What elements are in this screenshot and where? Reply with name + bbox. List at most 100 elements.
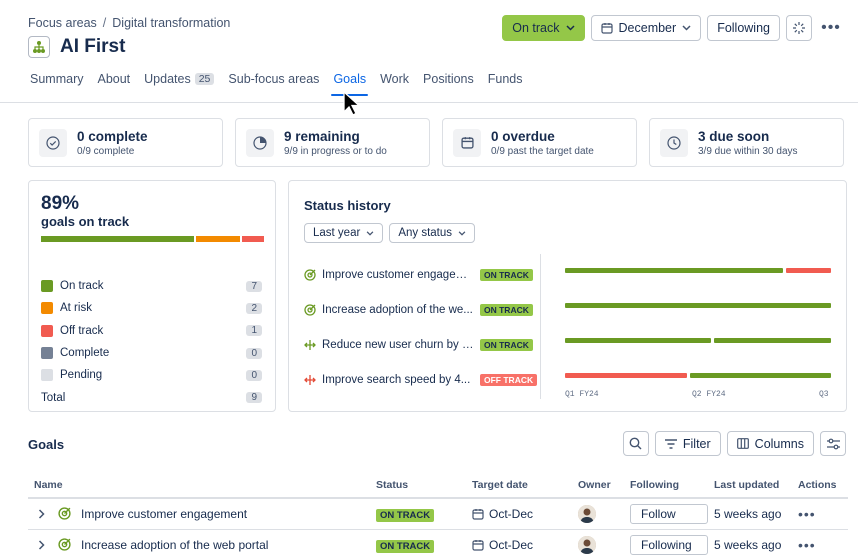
status-badge: ON TRACK bbox=[376, 508, 435, 522]
tab-positions[interactable]: Positions bbox=[423, 72, 474, 96]
history-goal-row[interactable]: Improve search speed by 4... OFF TRACK bbox=[304, 362, 540, 397]
tab-summary[interactable]: Summary bbox=[30, 72, 83, 96]
stat-title: 0 complete bbox=[77, 128, 148, 144]
timeline-segment bbox=[690, 373, 831, 378]
target-date[interactable]: Oct-Dec bbox=[489, 538, 533, 552]
tab-label: Updates bbox=[144, 72, 191, 86]
row-actions-button[interactable]: ••• bbox=[798, 506, 816, 522]
goal-target-icon bbox=[58, 538, 71, 551]
follow-button[interactable]: Follow bbox=[630, 503, 708, 524]
legend-count: 9 bbox=[246, 392, 262, 404]
legend-label: Off track bbox=[60, 324, 104, 337]
calendar-icon bbox=[472, 539, 484, 551]
period-filter-label: Last year bbox=[313, 227, 361, 239]
columns-icon bbox=[736, 438, 749, 449]
row-actions-button[interactable]: ••• bbox=[798, 537, 816, 553]
legend-complete: Complete 0 bbox=[41, 342, 263, 364]
history-goal-row[interactable]: Increase adoption of the we... ON TRACK bbox=[304, 292, 540, 327]
status-badge: OFF TRACK bbox=[480, 373, 538, 386]
goal-name-link[interactable]: Improve customer engagement bbox=[81, 507, 247, 521]
tab-updates[interactable]: Updates 25 bbox=[144, 72, 215, 96]
status-history-card: Status history Last year Any status Impr… bbox=[288, 180, 847, 412]
column-header-last-updated[interactable]: Last updated bbox=[708, 472, 792, 499]
on-track-percent: 89% bbox=[41, 193, 80, 214]
history-goal-row[interactable]: Reduce new user churn by 1... ON TRACK bbox=[304, 327, 540, 362]
avatar[interactable] bbox=[578, 504, 596, 523]
status-distribution-bar bbox=[41, 236, 264, 242]
status-dropdown[interactable]: On track bbox=[502, 15, 585, 41]
legend-total: Total 9 bbox=[41, 386, 263, 408]
stat-title: 0 overdue bbox=[491, 128, 555, 144]
following-label: Following bbox=[717, 21, 770, 35]
table-header-row: Name Status Target date Owner Following … bbox=[28, 472, 848, 499]
view-settings-button[interactable] bbox=[820, 431, 846, 456]
axis-label-q2: Q2 FY24 bbox=[692, 390, 726, 399]
legend-label: Complete bbox=[60, 347, 110, 360]
status-legend: On track 7 At risk 2 Off track 1 Complete 0 … bbox=[41, 275, 263, 409]
search-icon bbox=[629, 437, 642, 450]
hierarchy-icon bbox=[28, 36, 50, 58]
column-header-target-date[interactable]: Target date bbox=[466, 472, 572, 499]
avatar[interactable] bbox=[578, 535, 596, 554]
goal-target-icon bbox=[304, 303, 316, 316]
columns-button[interactable]: Columns bbox=[726, 431, 814, 456]
tab-sub-focus-areas[interactable]: Sub-focus areas bbox=[228, 72, 319, 96]
status-badge: ON TRACK bbox=[480, 338, 533, 351]
following-button[interactable]: Following bbox=[630, 534, 708, 555]
breadcrumb-focus-areas[interactable]: Focus areas bbox=[28, 16, 97, 30]
goal-target-icon bbox=[58, 507, 71, 520]
column-header-following[interactable]: Following bbox=[624, 472, 708, 499]
goals-on-track-card: 89% goals on track On track 7 At risk 2 Of… bbox=[28, 180, 276, 412]
columns-label: Columns bbox=[754, 436, 804, 451]
header-divider bbox=[0, 102, 858, 103]
timeline-row bbox=[565, 292, 831, 327]
calendar-icon bbox=[472, 508, 484, 520]
tab-about[interactable]: About bbox=[97, 72, 130, 96]
period-filter-dropdown[interactable]: Last year bbox=[304, 223, 384, 243]
month-dropdown[interactable]: December bbox=[590, 15, 702, 41]
stat-card-remaining: 9 remaining 9/9 in progress or to do bbox=[235, 118, 430, 167]
tab-label: About bbox=[97, 72, 131, 86]
timeline-segment bbox=[565, 338, 711, 343]
chevron-down-icon bbox=[458, 230, 466, 236]
legend-label: On track bbox=[60, 280, 104, 293]
goals-section-title: Goals bbox=[28, 437, 65, 452]
chevron-right-icon[interactable] bbox=[34, 509, 48, 519]
legend-count: 2 bbox=[246, 302, 262, 314]
following-button[interactable]: Following bbox=[707, 15, 780, 41]
column-header-status[interactable]: Status bbox=[370, 472, 466, 499]
chevron-down-icon bbox=[366, 230, 374, 236]
breadcrumb: Focus areas / Digital transformation bbox=[28, 16, 230, 30]
more-actions-button[interactable]: ••• bbox=[818, 15, 844, 41]
breadcrumb-digital-transformation[interactable]: Digital transformation bbox=[112, 16, 230, 30]
column-header-actions: Actions bbox=[792, 472, 848, 499]
last-updated: 5 weeks ago bbox=[714, 506, 782, 521]
chevron-right-icon[interactable] bbox=[34, 539, 48, 550]
follow-label: Follow bbox=[641, 506, 676, 521]
status-filter-dropdown[interactable]: Any status bbox=[389, 223, 476, 243]
tab-work[interactable]: Work bbox=[380, 72, 409, 96]
filter-button[interactable]: Filter bbox=[654, 431, 721, 456]
legend-pending: Pending 0 bbox=[41, 364, 263, 386]
legend-on-track: On track 7 bbox=[41, 275, 263, 297]
status-history-title: Status history bbox=[304, 198, 391, 213]
tab-label: Summary bbox=[30, 72, 84, 86]
history-goal-name: Reduce new user churn by 1... bbox=[322, 338, 474, 351]
following-label: Following bbox=[641, 537, 692, 552]
tab-funds[interactable]: Funds bbox=[488, 72, 523, 96]
check-circle-icon bbox=[39, 128, 67, 157]
tab-label: Work bbox=[380, 72, 410, 86]
history-goal-row[interactable]: Improve customer engagem... ON TRACK bbox=[304, 257, 540, 292]
status-label: On track bbox=[512, 21, 560, 35]
column-header-name[interactable]: Name bbox=[28, 472, 370, 499]
tab-label: Positions bbox=[423, 72, 474, 86]
history-divider bbox=[540, 254, 541, 399]
column-header-owner[interactable]: Owner bbox=[572, 472, 624, 499]
goal-name-link[interactable]: Increase adoption of the web portal bbox=[81, 538, 268, 552]
stat-title: 9 remaining bbox=[284, 128, 360, 144]
filter-label: Filter bbox=[682, 436, 711, 451]
stat-subtitle: 3/9 due within 30 days bbox=[698, 145, 798, 157]
sparkle-button[interactable] bbox=[786, 15, 812, 41]
target-date[interactable]: Oct-Dec bbox=[489, 507, 533, 521]
search-button[interactable] bbox=[622, 431, 649, 456]
